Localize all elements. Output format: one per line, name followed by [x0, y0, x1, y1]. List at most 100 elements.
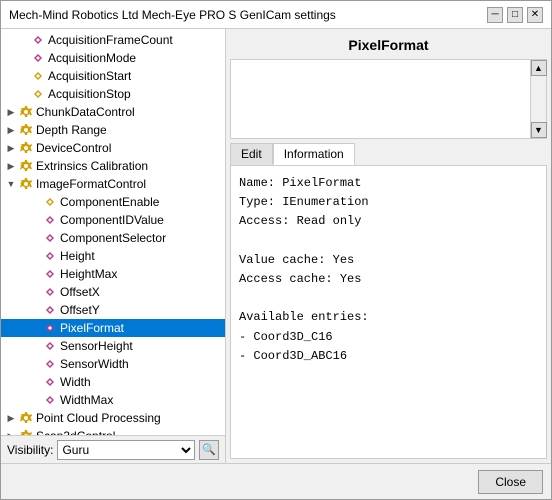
expand-btn-sensor-width	[29, 358, 41, 370]
arrow-icon-acq-mode	[31, 51, 45, 65]
tree-item-offset-x[interactable]: OffsetX	[1, 283, 225, 301]
tree-label-width-max: WidthMax	[60, 393, 113, 407]
expand-btn-point-cloud[interactable]: ▶	[5, 412, 17, 424]
minimize-button[interactable]: ─	[487, 7, 503, 23]
expand-btn-device-control[interactable]: ▶	[5, 142, 17, 154]
expand-btn-acq-stop	[17, 88, 29, 100]
tree-item-height-max[interactable]: HeightMax	[1, 265, 225, 283]
tree-item-extrinsics-cal[interactable]: ▶ Extrinsics Calibration	[1, 157, 225, 175]
right-panel: PixelFormat ▲ ▼ Edit Information Name: P…	[226, 29, 551, 463]
tree-label-component-sel: ComponentSelector	[60, 231, 166, 245]
content-area: AcquisitionFrameCount AcquisitionMode Acqu…	[1, 29, 551, 463]
title-bar: Mech-Mind Robotics Ltd Mech-Eye PRO S Ge…	[1, 1, 551, 29]
tree-label-device-control: DeviceControl	[36, 141, 111, 155]
arrow-icon-pixel-format	[43, 321, 57, 335]
expand-btn-acq-frame-count	[17, 34, 29, 46]
gear-icon-device-control	[19, 141, 33, 155]
arrow-icon-width-max	[43, 393, 57, 407]
tree-label-acq-stop: AcquisitionStop	[48, 87, 131, 101]
close-button[interactable]: Close	[478, 470, 543, 494]
scroll-up-arrow[interactable]: ▲	[531, 60, 547, 76]
tree-label-image-format: ImageFormatControl	[36, 177, 146, 191]
expand-btn-width	[29, 376, 41, 388]
tree-label-extrinsics-cal: Extrinsics Calibration	[36, 159, 148, 173]
tree-item-component-id[interactable]: ComponentIDValue	[1, 211, 225, 229]
tab-information[interactable]: Information	[273, 143, 355, 165]
tree-item-sensor-width[interactable]: SensorWidth	[1, 355, 225, 373]
arrow-icon-component-enable	[43, 195, 57, 209]
tree-item-component-sel[interactable]: ComponentSelector	[1, 229, 225, 247]
arrow-icon-sensor-width	[43, 357, 57, 371]
expand-btn-image-format[interactable]: ▼	[5, 178, 17, 190]
arrow-icon-acq-start	[31, 69, 45, 83]
tree-item-component-enable[interactable]: ComponentEnable	[1, 193, 225, 211]
expand-btn-extrinsics-cal[interactable]: ▶	[5, 160, 17, 172]
tree-item-device-control[interactable]: ▶ DeviceControl	[1, 139, 225, 157]
tree-item-chunk-data[interactable]: ▶ ChunkDataControl	[1, 103, 225, 121]
expand-btn-component-enable	[29, 196, 41, 208]
expand-btn-component-id	[29, 214, 41, 226]
maximize-button[interactable]: □	[507, 7, 523, 23]
arrow-icon-offset-y	[43, 303, 57, 317]
search-button[interactable]: 🔍	[199, 440, 219, 460]
gear-icon-point-cloud	[19, 411, 33, 425]
tree-item-point-cloud[interactable]: ▶ Point Cloud Processing	[1, 409, 225, 427]
title-text: Mech-Mind Robotics Ltd Mech-Eye PRO S Ge…	[9, 8, 336, 22]
tree-item-width[interactable]: Width	[1, 373, 225, 391]
tree-item-acq-stop[interactable]: AcquisitionStop	[1, 85, 225, 103]
tree-area[interactable]: AcquisitionFrameCount AcquisitionMode Acqu…	[1, 29, 225, 435]
expand-btn-acq-mode	[17, 52, 29, 64]
expand-btn-height	[29, 250, 41, 262]
arrow-icon-sensor-height	[43, 339, 57, 353]
tree-item-acq-mode[interactable]: AcquisitionMode	[1, 49, 225, 67]
info-box: Name: PixelFormat Type: IEnumeration Acc…	[230, 165, 547, 459]
visibility-label: Visibility:	[7, 443, 53, 457]
left-panel: AcquisitionFrameCount AcquisitionMode Acqu…	[1, 29, 226, 463]
preview-area: ▲ ▼	[230, 59, 547, 139]
tree-label-width: Width	[60, 375, 91, 389]
tree-label-chunk-data: ChunkDataControl	[36, 105, 135, 119]
tree-label-depth-range: Depth Range	[36, 123, 107, 137]
expand-btn-depth-range[interactable]: ▶	[5, 124, 17, 136]
gear-icon-extrinsics-cal	[19, 159, 33, 173]
visibility-select[interactable]: Guru Expert Beginner	[57, 440, 195, 460]
gear-icon-image-format	[19, 177, 33, 191]
info-content: Name: PixelFormat Type: IEnumeration Acc…	[239, 174, 538, 366]
arrow-icon-acq-stop	[31, 87, 45, 101]
arrow-icon-component-sel	[43, 231, 57, 245]
tree-label-acq-mode: AcquisitionMode	[48, 51, 136, 65]
tree-item-depth-range[interactable]: ▶ Depth Range	[1, 121, 225, 139]
tabs-row: Edit Information	[230, 143, 547, 165]
scroll-down-arrow[interactable]: ▼	[531, 122, 547, 138]
tree-item-acq-start[interactable]: AcquisitionStart	[1, 67, 225, 85]
expand-btn-pixel-format	[29, 322, 41, 334]
tree-label-offset-y: OffsetY	[60, 303, 100, 317]
tree-item-acq-frame-count[interactable]: AcquisitionFrameCount	[1, 31, 225, 49]
tree-item-height[interactable]: Height	[1, 247, 225, 265]
gear-icon-chunk-data	[19, 105, 33, 119]
expand-btn-width-max	[29, 394, 41, 406]
tree-item-width-max[interactable]: WidthMax	[1, 391, 225, 409]
expand-btn-height-max	[29, 268, 41, 280]
tree-item-scan3d[interactable]: ▶Scan3dControl	[1, 427, 225, 435]
pixel-format-header: PixelFormat	[230, 33, 547, 59]
tree-item-offset-y[interactable]: OffsetY	[1, 301, 225, 319]
close-window-button[interactable]: ✕	[527, 7, 543, 23]
tree-label-offset-x: OffsetX	[60, 285, 100, 299]
preview-scrollbar: ▲ ▼	[530, 60, 546, 138]
expand-btn-chunk-data[interactable]: ▶	[5, 106, 17, 118]
tree-label-height-max: HeightMax	[60, 267, 117, 281]
tree-item-image-format[interactable]: ▼ ImageFormatControl	[1, 175, 225, 193]
main-window: Mech-Mind Robotics Ltd Mech-Eye PRO S Ge…	[0, 0, 552, 500]
tree-label-point-cloud: Point Cloud Processing	[36, 411, 161, 425]
window-controls: ─ □ ✕	[487, 7, 543, 23]
tree-item-sensor-height[interactable]: SensorHeight	[1, 337, 225, 355]
arrow-icon-component-id	[43, 213, 57, 227]
arrow-icon-height-max	[43, 267, 57, 281]
tree-item-pixel-format[interactable]: PixelFormat	[1, 319, 225, 337]
expand-btn-acq-start	[17, 70, 29, 82]
tree-label-sensor-width: SensorWidth	[60, 357, 129, 371]
expand-btn-sensor-height	[29, 340, 41, 352]
tab-edit[interactable]: Edit	[230, 143, 273, 165]
tree-label-height: Height	[60, 249, 95, 263]
